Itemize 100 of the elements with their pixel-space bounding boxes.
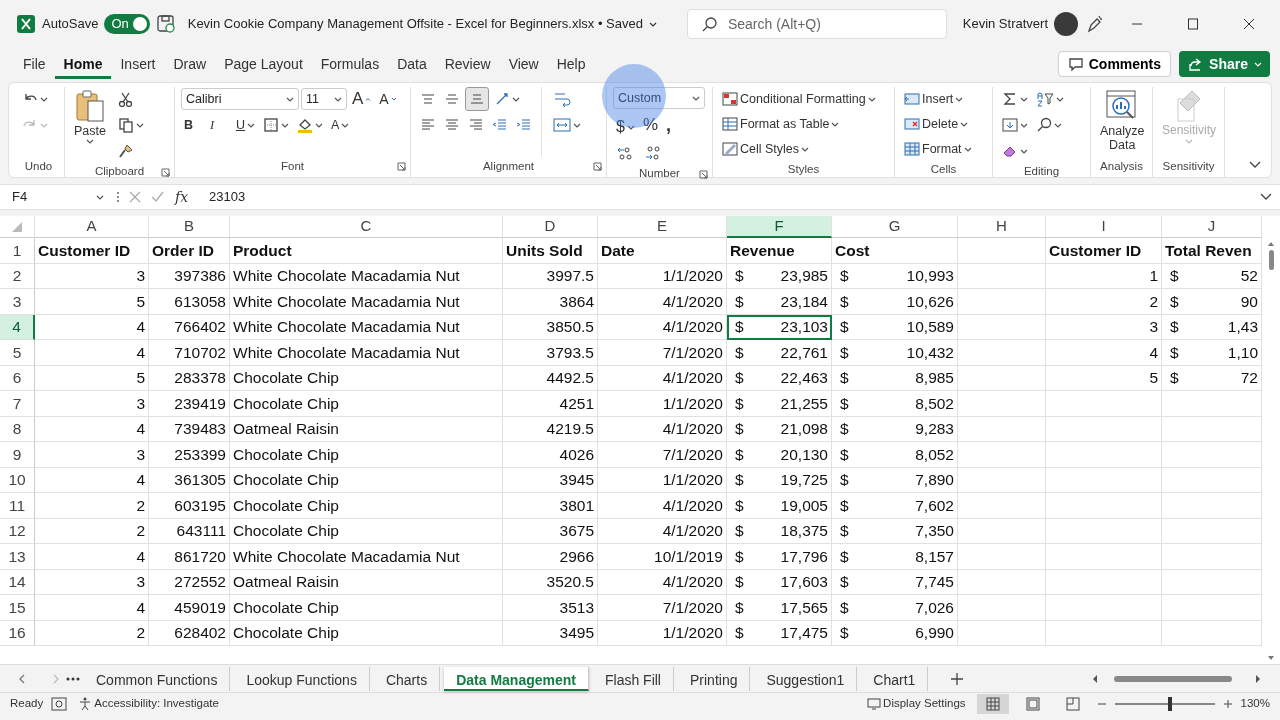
number-format-select[interactable]: Custom xyxy=(613,87,705,109)
table-cell: 4/1/2020 xyxy=(598,365,727,391)
analyze-data-button[interactable]: Analyze Data xyxy=(1097,87,1148,157)
sheet-tab[interactable]: Printing xyxy=(678,666,751,691)
row-header[interactable]: 9 xyxy=(0,442,35,468)
column-title: Customer ID xyxy=(35,238,149,264)
menu-tab[interactable]: Review xyxy=(435,49,500,79)
cells-menu-button[interactable]: Format xyxy=(901,137,975,161)
document-title[interactable]: Kevin Cookie Company Management Offsite - Excel for Beginners.xlsx • Saved xyxy=(187,14,643,34)
menu-tab[interactable]: Home xyxy=(54,49,112,79)
cells-menu-button[interactable]: Delete xyxy=(901,112,975,136)
formula-text[interactable]: 23103 xyxy=(209,187,246,207)
menu-tab[interactable]: Data xyxy=(388,49,436,79)
font-select[interactable]: Calibri xyxy=(181,88,299,110)
row-header[interactable]: 2 xyxy=(0,263,35,289)
menu-tab[interactable]: Page Layout xyxy=(215,49,312,79)
group-label: Alignment xyxy=(482,159,535,175)
column-header[interactable]: I xyxy=(1046,216,1162,238)
currency-button[interactable]: $ xyxy=(613,115,638,139)
menu-tab[interactable]: View xyxy=(499,49,548,79)
sheet-tab[interactable]: Lookup Functions xyxy=(234,666,370,691)
row-header[interactable]: 13 xyxy=(0,544,35,570)
table-cell: 4/1/2020 xyxy=(598,314,727,340)
currency-symbol: $ xyxy=(735,342,744,363)
font-size-select[interactable]: 11 xyxy=(301,88,347,110)
paste-button[interactable]: Paste xyxy=(71,87,109,163)
currency-symbol: $ xyxy=(840,266,849,287)
percent-button[interactable]: % xyxy=(639,113,662,137)
italic-button[interactable]: I xyxy=(207,113,231,137)
row-header[interactable]: 7 xyxy=(0,391,35,417)
search-field[interactable]: Search (Alt+Q) xyxy=(686,9,947,39)
style-menu-button[interactable]: Conditional Formatting xyxy=(719,87,879,111)
menu-tab[interactable]: File xyxy=(14,49,55,79)
sheet-tab[interactable]: Charts xyxy=(373,666,441,691)
autosave-label: AutoSave xyxy=(42,15,99,34)
table-cell: 603195 xyxy=(149,493,230,519)
table-cell: Oatmeal Raisin xyxy=(230,416,503,442)
comma-button[interactable]: , xyxy=(663,113,675,137)
table-cell: 1/1/2020 xyxy=(598,263,727,289)
shrink-font-button[interactable]: A xyxy=(376,87,400,111)
sheet-tab[interactable]: Chart1 xyxy=(861,666,929,691)
display-settings-button[interactable]: Display Settings xyxy=(864,693,969,714)
table-cell: 459019 xyxy=(149,595,230,621)
row-header[interactable]: 14 xyxy=(0,569,35,595)
grow-font-button[interactable]: A xyxy=(349,87,375,111)
column-header[interactable]: E xyxy=(598,216,727,238)
row-header[interactable]: 12 xyxy=(0,518,35,544)
row-header[interactable]: 8 xyxy=(0,416,35,442)
column-header[interactable]: A xyxy=(35,216,149,238)
row-header[interactable]: 3 xyxy=(0,289,35,315)
active-cell[interactable]: $ 23,103 xyxy=(727,314,832,340)
column-header[interactable]: B xyxy=(149,216,230,238)
column-header[interactable]: D xyxy=(503,216,598,238)
comments-button[interactable]: Comments xyxy=(1057,51,1172,77)
column-title: Revenue xyxy=(727,238,832,264)
row-header[interactable]: 11 xyxy=(0,493,35,519)
sheet-tab[interactable]: Data Management xyxy=(444,666,589,691)
bold-button[interactable]: B xyxy=(181,113,205,137)
row-header[interactable]: 16 xyxy=(0,620,35,646)
sheet-tab[interactable]: Flash Fill xyxy=(592,666,674,691)
row-header[interactable]: 15 xyxy=(0,595,35,621)
currency-symbol: $ xyxy=(735,393,744,414)
style-menu-button[interactable]: Cell Styles xyxy=(719,137,879,161)
cell-value: 7,026 xyxy=(915,597,954,618)
cell-value: 23,985 xyxy=(780,266,828,287)
currency-symbol: $ xyxy=(840,623,849,644)
menu-tab[interactable]: Formulas xyxy=(311,49,389,79)
font-color-button[interactable]: A xyxy=(328,113,353,137)
user-name[interactable]: Kevin Stratvert xyxy=(962,14,1048,34)
table-cell: 4/1/2020 xyxy=(598,518,727,544)
column-header[interactable]: C xyxy=(230,216,503,238)
row-header[interactable]: 5 xyxy=(0,340,35,366)
column-header[interactable]: F xyxy=(727,216,832,238)
sheet-tab[interactable]: Common Functions xyxy=(84,666,231,691)
autosave-toggle[interactable]: On xyxy=(104,14,150,34)
table-cell: White Chocolate Macadamia Nut xyxy=(230,289,503,315)
zoom-level[interactable]: 130% xyxy=(1240,694,1270,713)
cell-value: 17,603 xyxy=(780,572,828,593)
insert-function-button[interactable]: fx xyxy=(172,185,192,209)
cells-menu-button[interactable]: Insert xyxy=(901,87,975,111)
sheet-tab[interactable]: Suggestion1 xyxy=(754,666,858,691)
table-cell: 361305 xyxy=(149,467,230,493)
style-menu-button[interactable]: Format as Table xyxy=(719,112,879,136)
underline-button[interactable]: U xyxy=(233,113,259,137)
column-header[interactable]: J xyxy=(1162,216,1262,238)
name-box[interactable]: F4 xyxy=(8,187,108,207)
row-header[interactable]: 1 xyxy=(0,238,35,264)
column-header[interactable]: G xyxy=(832,216,958,238)
share-button[interactable]: Share xyxy=(1179,51,1270,77)
menu-tab[interactable]: Draw xyxy=(164,49,216,79)
accessibility-button[interactable]: Accessibility: Investigate xyxy=(75,693,222,714)
menu-tab[interactable]: Help xyxy=(547,49,595,79)
row-header[interactable]: 6 xyxy=(0,365,35,391)
cell-value: 10,626 xyxy=(906,291,954,312)
row-header[interactable]: 10 xyxy=(0,467,35,493)
table-cell: 3 xyxy=(35,569,149,595)
row-header[interactable]: 4 xyxy=(0,314,35,340)
currency-symbol: $ xyxy=(735,444,744,465)
menu-tab[interactable]: Insert xyxy=(111,49,165,79)
column-header[interactable]: H xyxy=(958,216,1046,238)
